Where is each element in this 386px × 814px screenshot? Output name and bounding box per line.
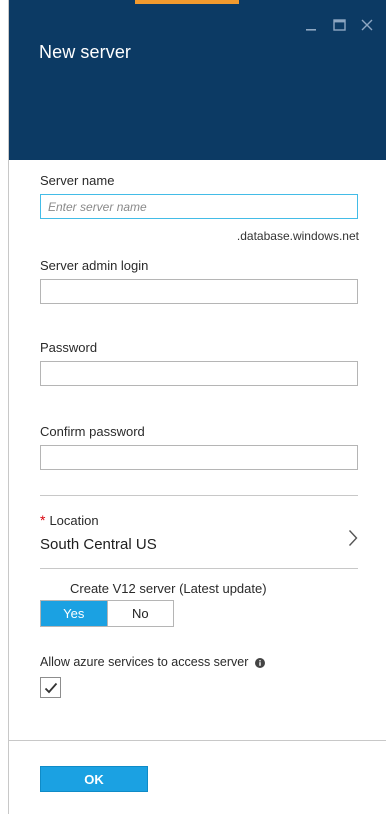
required-marker: * xyxy=(40,512,46,528)
server-domain-suffix: .database.windows.net xyxy=(236,229,359,243)
new-server-blade: New server Server name .database.windows… xyxy=(8,0,386,814)
blade-title: New server xyxy=(39,42,132,62)
allow-azure-checkbox[interactable] xyxy=(40,677,61,698)
location-label-wrap: * Location xyxy=(40,512,99,528)
divider xyxy=(40,568,358,569)
v12-yes-option[interactable]: Yes xyxy=(41,601,107,626)
v12-toggle: Yes No xyxy=(40,600,174,627)
minimize-button[interactable] xyxy=(297,14,325,36)
footer-divider xyxy=(9,740,386,741)
location-selector[interactable]: * Location South Central US xyxy=(40,512,358,568)
header-accent-bar xyxy=(135,0,239,4)
v12-label: Create V12 server (Latest update) xyxy=(70,581,267,596)
info-icon[interactable] xyxy=(254,657,265,668)
confirm-password-label: Confirm password xyxy=(40,424,145,439)
location-value: South Central US xyxy=(40,536,157,553)
minimize-icon xyxy=(306,29,316,31)
chevron-right-icon xyxy=(348,530,358,546)
close-button[interactable] xyxy=(353,14,381,36)
allow-azure-label-wrap: Allow azure services to access server xyxy=(40,655,265,669)
v12-no-option[interactable]: No xyxy=(106,601,173,626)
server-name-input[interactable] xyxy=(40,194,358,219)
ok-button[interactable]: OK xyxy=(40,766,148,792)
password-input[interactable] xyxy=(40,361,358,386)
divider xyxy=(40,495,358,496)
password-label: Password xyxy=(40,340,98,355)
close-icon xyxy=(361,19,373,31)
checkmark-icon xyxy=(44,682,57,693)
window-controls xyxy=(297,14,381,36)
blade-header: New server xyxy=(9,0,386,160)
admin-login-input[interactable] xyxy=(40,279,358,304)
admin-login-label: Server admin login xyxy=(40,258,149,273)
location-label: Location xyxy=(49,513,99,528)
allow-azure-label: Allow azure services to access server xyxy=(40,655,249,669)
maximize-button[interactable] xyxy=(325,14,353,36)
confirm-password-input[interactable] xyxy=(40,445,358,470)
maximize-icon xyxy=(332,19,346,31)
server-name-label: Server name xyxy=(40,173,115,188)
